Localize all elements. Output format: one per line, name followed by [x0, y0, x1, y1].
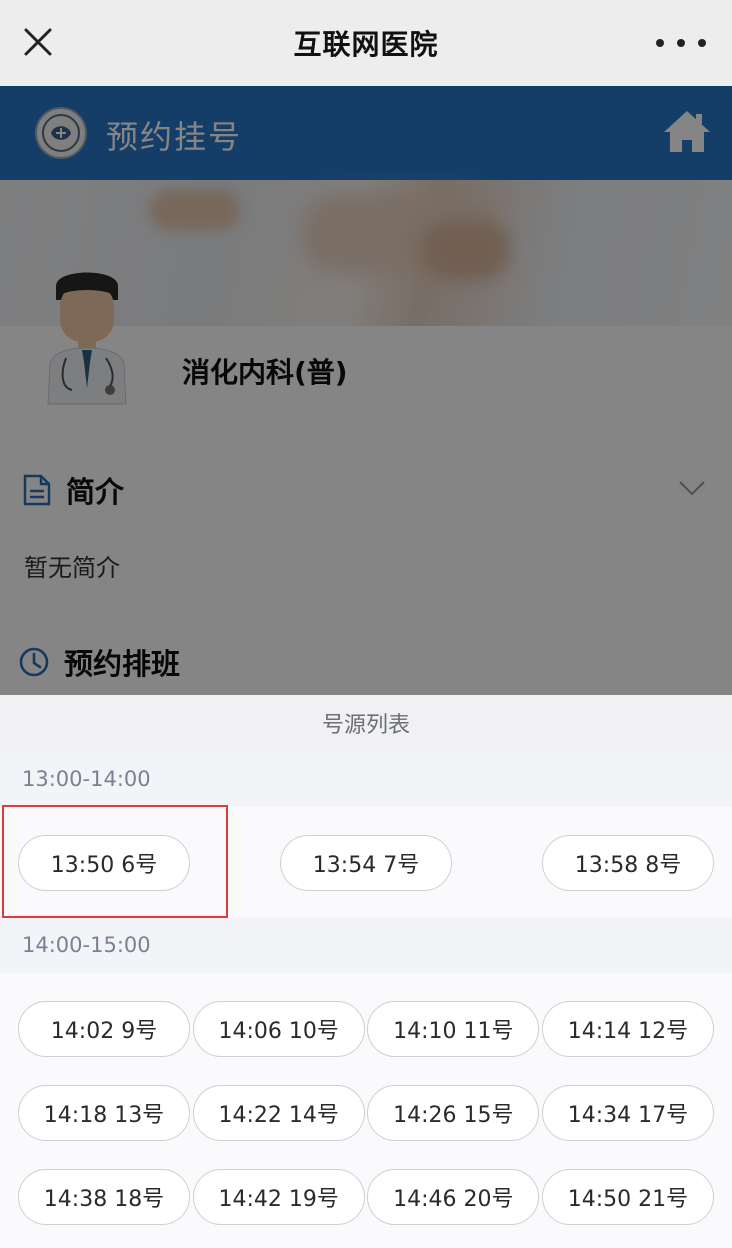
more-options-icon[interactable]: [656, 28, 706, 58]
page-content: 预约挂号 消化内科(普) 简介 暂无简介 预约排班: [0, 86, 732, 695]
window-title: 互联网医院: [293, 28, 439, 61]
slot-button[interactable]: 14:22 14号: [192, 1085, 365, 1141]
slot-button[interactable]: 14:46 20号: [367, 1169, 540, 1225]
slot-button[interactable]: 14:26 15号: [367, 1085, 540, 1141]
slot-button[interactable]: 14:14 12号: [541, 1001, 714, 1057]
time-group-label: 14:00-15:00: [0, 917, 732, 973]
close-icon[interactable]: [18, 22, 58, 62]
slot-button[interactable]: 14:34 17号: [541, 1085, 714, 1141]
slot-button[interactable]: 14:10 11号: [367, 1001, 540, 1057]
slot-button[interactable]: 13:58 8号: [542, 835, 714, 891]
slot-button[interactable]: 14:50 21号: [541, 1169, 714, 1225]
slot-button[interactable]: 14:38 18号: [18, 1169, 190, 1225]
slot-button[interactable]: 14:42 19号: [192, 1169, 365, 1225]
modal-backdrop[interactable]: [0, 86, 732, 695]
top-nav-bar: 互联网医院: [0, 0, 732, 86]
slot-button[interactable]: 13:54 7号: [280, 835, 452, 891]
slot-button[interactable]: 14:18 13号: [18, 1085, 190, 1141]
slot-grid: 13:50 6号 13:54 7号 13:58 8号: [0, 807, 732, 917]
sheet-title: 号源列表: [0, 695, 732, 751]
slot-button[interactable]: 14:02 9号: [18, 1001, 190, 1057]
slot-button[interactable]: 14:06 10号: [192, 1001, 365, 1057]
slot-grid: 14:02 9号 14:06 10号 14:10 11号 14:14 12号 1…: [0, 973, 732, 1237]
slot-list-sheet: 号源列表 13:00-14:00 13:50 6号 13:54 7号 13:58…: [0, 695, 732, 1248]
slot-button[interactable]: 13:50 6号: [18, 835, 190, 891]
time-group-label: 13:00-14:00: [0, 751, 732, 807]
